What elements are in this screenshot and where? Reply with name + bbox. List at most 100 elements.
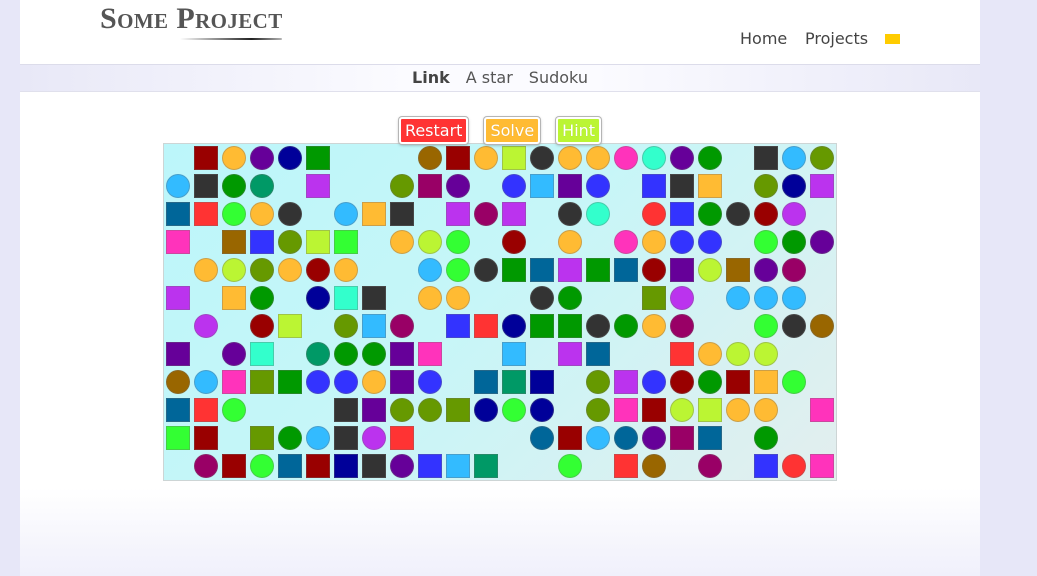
- square-piece[interactable]: [530, 314, 554, 338]
- circle-piece[interactable]: [754, 342, 778, 366]
- circle-piece[interactable]: [250, 258, 274, 282]
- circle-piece[interactable]: [782, 454, 806, 478]
- square-piece[interactable]: [306, 454, 330, 478]
- square-piece[interactable]: [698, 398, 722, 422]
- circle-piece[interactable]: [754, 426, 778, 450]
- circle-piece[interactable]: [194, 314, 218, 338]
- square-piece[interactable]: [530, 258, 554, 282]
- square-piece[interactable]: [390, 370, 414, 394]
- square-piece[interactable]: [502, 342, 526, 366]
- square-piece[interactable]: [166, 342, 190, 366]
- square-piece[interactable]: [334, 286, 358, 310]
- square-piece[interactable]: [586, 342, 610, 366]
- circle-piece[interactable]: [502, 174, 526, 198]
- circle-piece[interactable]: [670, 370, 694, 394]
- square-piece[interactable]: [362, 314, 386, 338]
- circle-piece[interactable]: [558, 146, 582, 170]
- color-swatch-icon[interactable]: [885, 34, 900, 44]
- square-piece[interactable]: [334, 398, 358, 422]
- circle-piece[interactable]: [362, 370, 386, 394]
- square-piece[interactable]: [474, 370, 498, 394]
- circle-piece[interactable]: [166, 370, 190, 394]
- circle-piece[interactable]: [250, 454, 274, 478]
- circle-piece[interactable]: [698, 230, 722, 254]
- circle-piece[interactable]: [446, 286, 470, 310]
- square-piece[interactable]: [362, 398, 386, 422]
- circle-piece[interactable]: [614, 426, 638, 450]
- circle-piece[interactable]: [642, 454, 666, 478]
- square-piece[interactable]: [222, 454, 246, 478]
- circle-piece[interactable]: [250, 286, 274, 310]
- nav-projects-link[interactable]: Projects: [805, 29, 868, 49]
- square-piece[interactable]: [194, 174, 218, 198]
- square-piece[interactable]: [334, 454, 358, 478]
- circle-piece[interactable]: [418, 286, 442, 310]
- square-piece[interactable]: [194, 146, 218, 170]
- circle-piece[interactable]: [278, 202, 302, 226]
- circle-piece[interactable]: [306, 370, 330, 394]
- square-piece[interactable]: [642, 398, 666, 422]
- circle-piece[interactable]: [474, 146, 498, 170]
- circle-piece[interactable]: [222, 398, 246, 422]
- square-piece[interactable]: [642, 286, 666, 310]
- square-piece[interactable]: [558, 174, 582, 198]
- circle-piece[interactable]: [502, 398, 526, 422]
- circle-piece[interactable]: [362, 342, 386, 366]
- circle-piece[interactable]: [250, 314, 274, 338]
- square-piece[interactable]: [166, 286, 190, 310]
- circle-piece[interactable]: [278, 230, 302, 254]
- circle-piece[interactable]: [474, 202, 498, 226]
- circle-piece[interactable]: [782, 286, 806, 310]
- circle-piece[interactable]: [642, 314, 666, 338]
- circle-piece[interactable]: [642, 370, 666, 394]
- circle-piece[interactable]: [222, 342, 246, 366]
- circle-piece[interactable]: [754, 202, 778, 226]
- square-piece[interactable]: [558, 258, 582, 282]
- circle-piece[interactable]: [418, 370, 442, 394]
- circle-piece[interactable]: [250, 202, 274, 226]
- square-piece[interactable]: [418, 174, 442, 198]
- circle-piece[interactable]: [810, 146, 834, 170]
- circle-piece[interactable]: [586, 146, 610, 170]
- square-piece[interactable]: [334, 426, 358, 450]
- circle-piece[interactable]: [782, 202, 806, 226]
- square-piece[interactable]: [530, 370, 554, 394]
- circle-piece[interactable]: [278, 146, 302, 170]
- square-piece[interactable]: [810, 454, 834, 478]
- square-piece[interactable]: [754, 146, 778, 170]
- square-piece[interactable]: [614, 258, 638, 282]
- circle-piece[interactable]: [390, 314, 414, 338]
- circle-piece[interactable]: [670, 398, 694, 422]
- square-piece[interactable]: [278, 370, 302, 394]
- circle-piece[interactable]: [698, 146, 722, 170]
- circle-piece[interactable]: [642, 258, 666, 282]
- circle-piece[interactable]: [278, 258, 302, 282]
- square-piece[interactable]: [250, 370, 274, 394]
- circle-piece[interactable]: [418, 398, 442, 422]
- square-piece[interactable]: [362, 454, 386, 478]
- circle-piece[interactable]: [642, 230, 666, 254]
- circle-piece[interactable]: [474, 258, 498, 282]
- square-piece[interactable]: [754, 370, 778, 394]
- circle-piece[interactable]: [726, 202, 750, 226]
- square-piece[interactable]: [306, 230, 330, 254]
- square-piece[interactable]: [810, 174, 834, 198]
- square-piece[interactable]: [726, 370, 750, 394]
- circle-piece[interactable]: [306, 426, 330, 450]
- circle-piece[interactable]: [558, 286, 582, 310]
- square-piece[interactable]: [194, 398, 218, 422]
- circle-piece[interactable]: [418, 230, 442, 254]
- circle-piece[interactable]: [418, 146, 442, 170]
- square-piece[interactable]: [446, 398, 470, 422]
- square-piece[interactable]: [698, 426, 722, 450]
- circle-piece[interactable]: [334, 342, 358, 366]
- circle-piece[interactable]: [670, 230, 694, 254]
- square-piece[interactable]: [558, 426, 582, 450]
- restart-button[interactable]: Restart: [398, 117, 469, 144]
- circle-piece[interactable]: [390, 174, 414, 198]
- circle-piece[interactable]: [754, 398, 778, 422]
- circle-piece[interactable]: [782, 174, 806, 198]
- game-board[interactable]: [163, 143, 837, 481]
- subnav-sudoku[interactable]: Sudoku: [529, 65, 588, 91]
- circle-piece[interactable]: [446, 258, 470, 282]
